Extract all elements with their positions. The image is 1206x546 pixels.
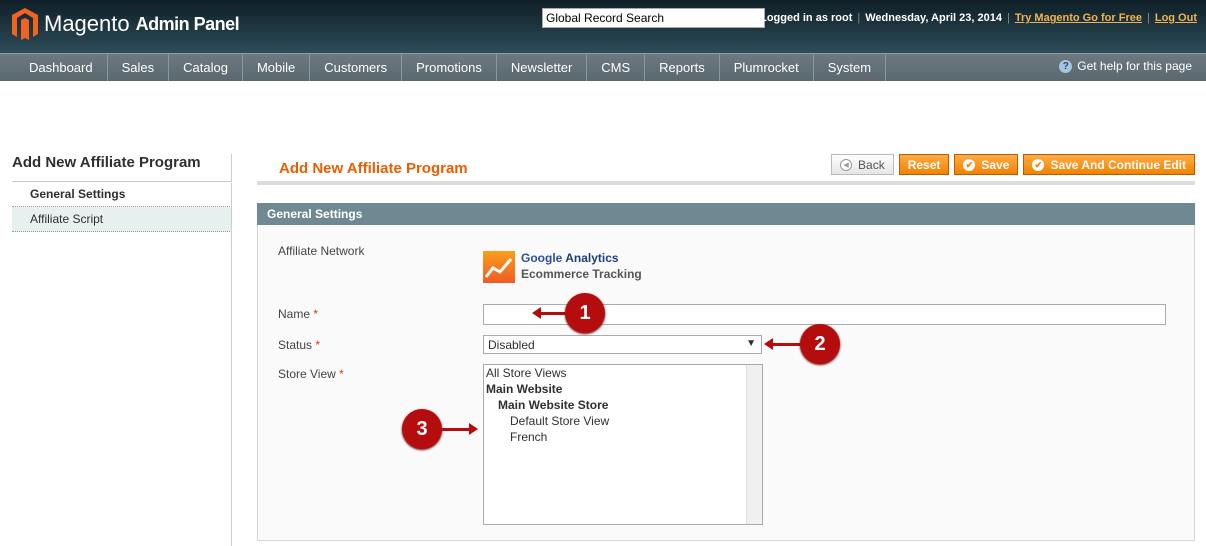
dropdown-arrow-icon: ▼ <box>746 338 756 349</box>
callout-3: 3 <box>402 409 442 449</box>
logo-text: Magento <box>44 11 130 36</box>
callout-1: 1 <box>565 293 605 333</box>
date-text: Wednesday, April 23, 2014 <box>865 12 1002 24</box>
required-mark: * <box>339 367 344 381</box>
sidebar: Add New Affiliate Program General Settin… <box>12 154 232 232</box>
status-label: Status * <box>278 338 320 352</box>
reset-label: Reset <box>907 157 941 172</box>
nav-newsletter[interactable]: Newsletter <box>497 54 588 81</box>
name-label-text: Name <box>278 307 311 321</box>
logo-subtext: Admin Panel <box>135 13 240 34</box>
magento-logo-icon <box>12 8 38 40</box>
nav-catalog[interactable]: Catalog <box>169 54 243 81</box>
save-continue-button[interactable]: ✔ Save And Continue Edit <box>1023 154 1195 175</box>
tab-affiliate-script[interactable]: Affiliate Script <box>12 207 232 232</box>
page-title: Add New Affiliate Program <box>279 160 468 177</box>
network-name-analytics: Analytics <box>565 251 619 265</box>
help-link[interactable]: ? Get help for this page <box>1059 59 1192 73</box>
network-label: Affiliate Network <box>278 244 365 258</box>
nav-customers[interactable]: Customers <box>310 54 403 81</box>
store-view-label: Store View * <box>278 367 344 381</box>
nav-system[interactable]: System <box>814 54 887 81</box>
header-links: Logged in as root | Wednesday, April 23, 2… <box>760 12 1197 24</box>
save-continue-label: Save And Continue Edit <box>1050 157 1186 172</box>
affiliate-network-value: Google Analytics Ecommerce Tracking <box>483 251 642 283</box>
network-name-google: Google <box>521 251 563 265</box>
nav-promotions[interactable]: Promotions <box>402 54 497 81</box>
nav-dashboard[interactable]: Dashboard <box>15 54 108 81</box>
scrollbar[interactable] <box>746 365 762 524</box>
help-text: Get help for this page <box>1077 59 1192 73</box>
help-icon: ? <box>1059 59 1073 73</box>
nav-cms[interactable]: CMS <box>587 54 646 81</box>
network-subtitle: Ecommerce Tracking <box>521 267 642 281</box>
back-button[interactable]: ◀ Back <box>831 154 894 175</box>
title-rule <box>257 181 1195 185</box>
google-analytics-icon <box>483 251 515 283</box>
status-value: Disabled <box>488 338 535 352</box>
logged-in-text: Logged in as root <box>760 12 853 24</box>
store-view-multiselect[interactable]: All Store Views Main Website Main Websit… <box>483 364 763 525</box>
main-nav: Dashboard Sales Catalog Mobile Customers… <box>0 53 1206 81</box>
name-label: Name * <box>278 307 318 321</box>
save-label: Save <box>981 157 1010 172</box>
section-header: General Settings <box>257 203 1195 225</box>
global-search-input[interactable] <box>542 8 765 28</box>
callout-arrow <box>440 423 478 435</box>
nav-sales[interactable]: Sales <box>108 54 170 81</box>
header: Magento Admin Panel Logged in as root|We… <box>0 0 1206 53</box>
back-label: Back <box>858 157 885 172</box>
logout-link[interactable]: Log Out <box>1155 12 1197 24</box>
check-icon: ✔ <box>963 158 976 171</box>
status-select[interactable]: Disabled ▼ <box>483 335 762 354</box>
callout-2: 2 <box>800 324 840 364</box>
action-buttons: ◀ Back Reset ✔ Save ✔ Save And Continue Edi… <box>831 154 1195 175</box>
nav-reports[interactable]: Reports <box>645 54 720 81</box>
store-option-group: Main Website <box>486 382 563 396</box>
store-label-text: Store View <box>278 367 336 381</box>
required-mark: * <box>313 307 319 321</box>
back-icon: ◀ <box>840 158 853 171</box>
nav-mobile[interactable]: Mobile <box>243 54 311 81</box>
store-option[interactable]: French <box>484 429 762 445</box>
check-icon: ✔ <box>1032 158 1045 171</box>
try-magento-link[interactable]: Try Magento Go for Free <box>1015 12 1142 24</box>
sidebar-title: Add New Affiliate Program <box>12 154 232 182</box>
divider <box>231 183 232 546</box>
required-mark: * <box>315 338 321 352</box>
tab-general-settings[interactable]: General Settings <box>12 182 232 207</box>
nav-plumrocket[interactable]: Plumrocket <box>720 54 814 81</box>
reset-button[interactable]: Reset <box>898 154 950 175</box>
save-button[interactable]: ✔ Save <box>954 154 1019 175</box>
store-option[interactable]: All Store Views <box>484 365 762 381</box>
store-option[interactable]: Default Store View <box>484 413 762 429</box>
status-label-text: Status <box>278 338 313 352</box>
store-option-group: Main Website Store <box>498 398 609 412</box>
magento-logo[interactable]: Magento Admin Panel <box>12 8 240 40</box>
